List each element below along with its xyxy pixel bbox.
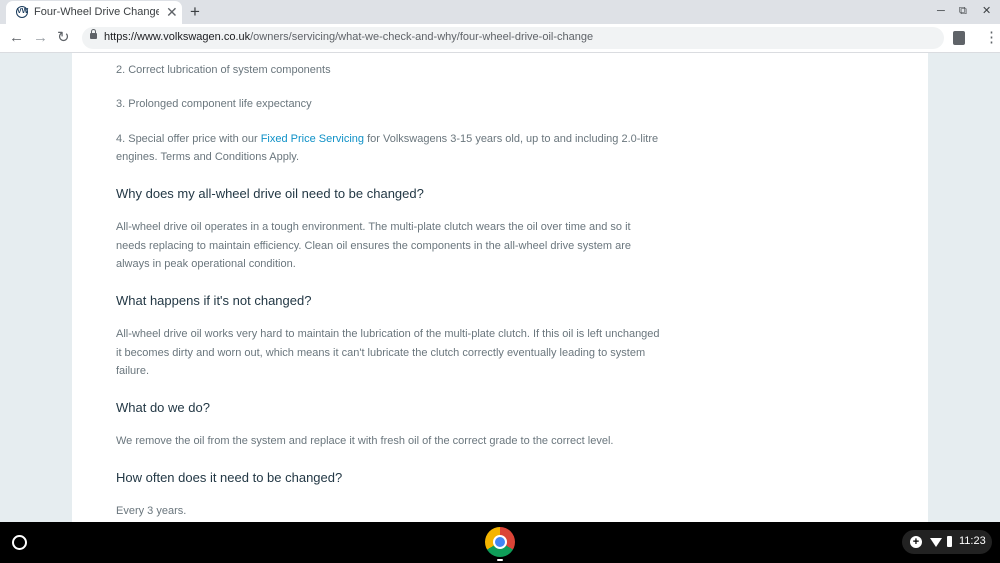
list-item-text: 4. Special offer price with our bbox=[116, 133, 261, 145]
fixed-price-servicing-link[interactable]: Fixed Price Servicing bbox=[261, 133, 364, 145]
browser-tab[interactable]: VW Four-Wheel Drive Change | Volkswagen … bbox=[6, 1, 182, 24]
forward-button[interactable]: → bbox=[33, 28, 48, 48]
launcher-icon[interactable] bbox=[12, 535, 27, 550]
browser-toolbar: ← → ↻ https://www.volkswagen.co.uk/owner… bbox=[0, 24, 1000, 53]
paragraph: Every 3 years. bbox=[116, 505, 187, 517]
add-icon: + bbox=[910, 536, 922, 548]
menu-icon[interactable]: ⋮ bbox=[984, 29, 999, 47]
volkswagen-favicon-icon: VW bbox=[16, 6, 28, 18]
chrome-app-icon[interactable] bbox=[485, 527, 515, 557]
section-heading: Why does my all-wheel drive oil need to … bbox=[116, 186, 424, 201]
new-tab-button[interactable]: + bbox=[190, 2, 200, 22]
clock-time: 11:23 bbox=[959, 535, 986, 547]
system-tray[interactable]: + 11:23 bbox=[902, 530, 992, 554]
section-heading: How often does it need to be changed? bbox=[116, 470, 343, 485]
list-item: 4. Special offer price with our Fixed Pr… bbox=[116, 130, 661, 166]
url-path: /owners/servicing/what-we-check-and-why/… bbox=[250, 31, 594, 43]
url-host: https://www.volkswagen.co.uk bbox=[104, 31, 251, 43]
tab-close-icon[interactable]: ✕ bbox=[166, 4, 178, 20]
list-item: 2. Correct lubrication of system compone… bbox=[116, 64, 331, 76]
section-heading: What happens if it's not changed? bbox=[116, 293, 312, 308]
os-shelf: + 11:23 bbox=[0, 522, 1000, 563]
paragraph: We remove the oil from the system and re… bbox=[116, 435, 614, 447]
close-window-button[interactable]: ✕ bbox=[982, 4, 991, 18]
lock-icon[interactable] bbox=[90, 29, 97, 39]
paragraph: All-wheel drive oil operates in a tough … bbox=[116, 221, 632, 270]
section-heading: What do we do? bbox=[116, 400, 210, 415]
tab-title: Four-Wheel Drive Change | Volkswagen UK bbox=[34, 6, 159, 18]
minimize-button[interactable]: ─ bbox=[937, 4, 945, 18]
restore-button[interactable]: ⧉ bbox=[959, 4, 967, 18]
back-button[interactable]: ← bbox=[9, 28, 24, 48]
url-text[interactable]: https://www.volkswagen.co.uk/owners/serv… bbox=[104, 31, 593, 43]
tab-strip: VW Four-Wheel Drive Change | Volkswagen … bbox=[0, 0, 1000, 24]
reload-button[interactable]: ↻ bbox=[57, 28, 70, 48]
address-bar[interactable]: https://www.volkswagen.co.uk/owners/serv… bbox=[82, 27, 944, 49]
wifi-icon bbox=[930, 538, 942, 547]
battery-icon bbox=[947, 536, 952, 547]
running-indicator bbox=[497, 559, 503, 561]
profile-extension-icon[interactable] bbox=[953, 31, 965, 45]
page-content: 2. Correct lubrication of system compone… bbox=[72, 53, 928, 522]
list-item: 3. Prolonged component life expectancy bbox=[116, 98, 312, 110]
paragraph: All-wheel drive oil works very hard to m… bbox=[116, 328, 660, 377]
